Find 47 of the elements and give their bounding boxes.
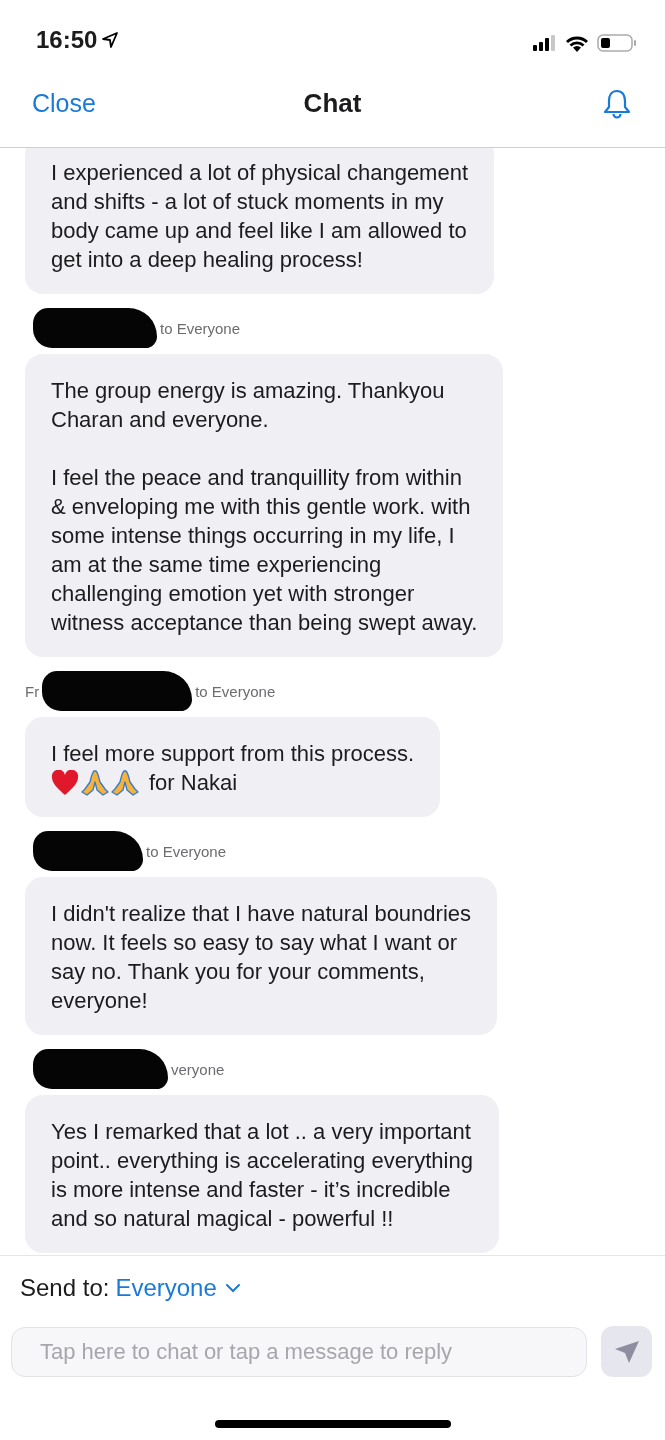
message-text: and shifts - a lot of stuck moments in my xyxy=(51,188,445,216)
message-text: say no. Thank you for your comments, xyxy=(51,958,426,986)
recipient-label: to Everyone xyxy=(195,682,276,700)
sender-label: Fr xyxy=(25,682,40,700)
praying-hands-icon xyxy=(81,769,109,796)
message-text: I didn't realize that I have natural boundries xyxy=(51,900,472,928)
message-text: some intense things occurring in my life, I xyxy=(51,522,456,550)
clock-time: 16:50 xyxy=(36,26,98,54)
close-button[interactable]: Close xyxy=(32,89,96,118)
wifi-icon xyxy=(565,34,589,52)
message-text: & enveloping me with this gentle work. with xyxy=(51,493,472,521)
message-text: I experienced a lot of physical changement xyxy=(51,159,469,187)
message-text: now. It feels so easy to say what I want or xyxy=(51,929,458,957)
send-to-label: Send to: xyxy=(20,1274,110,1302)
message-bubble[interactable]: I experienced a lot of physical changement and shifts - a lot of stuck moments in my body came up and feel like I am allowed to get into a deep healing process! xyxy=(25,148,495,294)
message-text: for Nakai xyxy=(149,769,238,797)
message-text: I feel more support from this process. xyxy=(51,740,415,768)
battery-icon xyxy=(597,34,637,52)
message-text: The group energy is amazing. Thankyou xyxy=(51,377,446,405)
message-text: get into a deep healing process! xyxy=(51,246,364,274)
send-button[interactable] xyxy=(601,1326,652,1377)
chevron-down-icon xyxy=(224,1283,241,1293)
message-text: everyone! xyxy=(51,987,149,1015)
recipient-label: to Everyone xyxy=(160,319,241,337)
signal-icon xyxy=(533,35,557,51)
heart-icon xyxy=(51,769,79,796)
message-text: I feel the peace and tranquillity from within xyxy=(51,464,463,492)
screen-title: Chat xyxy=(303,88,362,119)
message-text: challenging emotion yet with stronger xyxy=(51,580,416,608)
message-text: body came up and feel like I am allowed to xyxy=(51,217,468,245)
message-bubble[interactable]: I didn't realize that I have natural boundries now. It feels so easy to say what I want or say no. Thank you for your comments, everyone! xyxy=(25,877,498,1035)
praying-hands-icon xyxy=(111,769,139,796)
message-input[interactable]: Tap here to chat or tap a message to reply xyxy=(11,1326,587,1377)
message-text: am at the same time experiencing xyxy=(51,551,383,579)
message-text: Yes I remarked that a lot .. a very important xyxy=(51,1118,472,1146)
message-text: point.. everything is accelerating everything xyxy=(51,1147,473,1175)
message-bubble[interactable]: I feel more support from this process. for Nakai xyxy=(25,717,441,817)
recipient-label: veryone xyxy=(171,1060,225,1078)
recipient-dropdown[interactable]: Everyone xyxy=(115,1274,241,1302)
message-text: witness acceptance than being swept away. xyxy=(51,609,478,637)
message-text: and so natural magical - powerful !! xyxy=(51,1205,395,1233)
message-text: Charan and everyone. xyxy=(51,406,270,434)
bell-icon[interactable] xyxy=(601,87,633,120)
message-text: is more intense and faster - it’s incredible xyxy=(51,1176,452,1204)
location-arrow-icon xyxy=(101,31,120,49)
message-bubble[interactable]: Yes I remarked that a lot .. a very important point.. everything is accelerating everything is more intense and faster - it’s incredible and so natural magical - powerful !! xyxy=(25,1095,499,1253)
recipient-label: to Everyone xyxy=(146,842,227,860)
